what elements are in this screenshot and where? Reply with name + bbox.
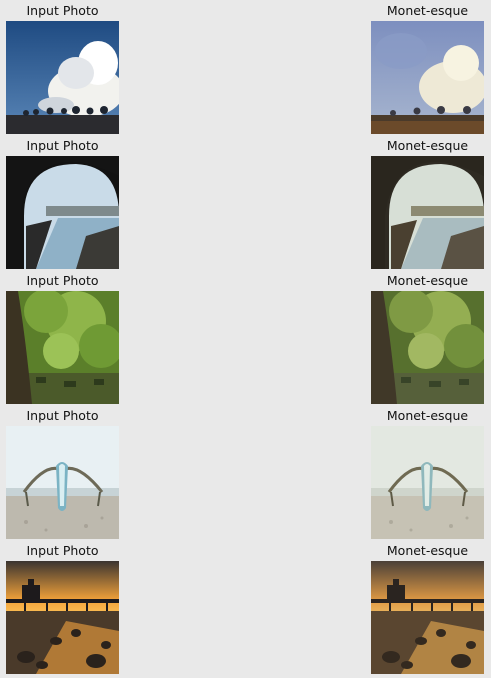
comparison-row-2: Input Photo Monet-esque xyxy=(0,135,491,270)
monet-esque-cloud-sky xyxy=(371,21,484,134)
input-photo-cloud-sky xyxy=(6,21,119,134)
monet-esque-caption: Monet-esque xyxy=(386,408,469,423)
monet-esque-caption: Monet-esque xyxy=(386,543,469,558)
monet-esque-forest xyxy=(371,291,484,404)
monet-esque-boat-beach xyxy=(371,426,484,539)
monet-esque-caption: Monet-esque xyxy=(386,273,469,288)
input-photo-caption: Input Photo xyxy=(26,3,99,18)
input-photo-caption: Input Photo xyxy=(26,273,99,288)
input-photo-sunset-pier xyxy=(6,561,119,674)
comparison-row-4: Input Photo Monet-esque xyxy=(0,405,491,540)
input-photo-tunnel-arch xyxy=(6,156,119,269)
input-photo-boat-beach xyxy=(6,426,119,539)
monet-esque-sunset-pier xyxy=(371,561,484,674)
input-photo-caption: Input Photo xyxy=(26,543,99,558)
comparison-row-3: Input Photo Monet-esque xyxy=(0,270,491,405)
comparison-row-5: Input Photo Monet-esque xyxy=(0,540,491,675)
input-photo-forest xyxy=(6,291,119,404)
input-photo-caption: Input Photo xyxy=(26,138,99,153)
input-photo-caption: Input Photo xyxy=(26,408,99,423)
monet-esque-tunnel-arch xyxy=(371,156,484,269)
monet-esque-caption: Monet-esque xyxy=(386,138,469,153)
comparison-row-1: Input Photo Monet-esque xyxy=(0,0,491,135)
monet-esque-caption: Monet-esque xyxy=(386,3,469,18)
image-grid-figure: Input Photo Monet-esque Input Photo Mone… xyxy=(0,0,491,678)
